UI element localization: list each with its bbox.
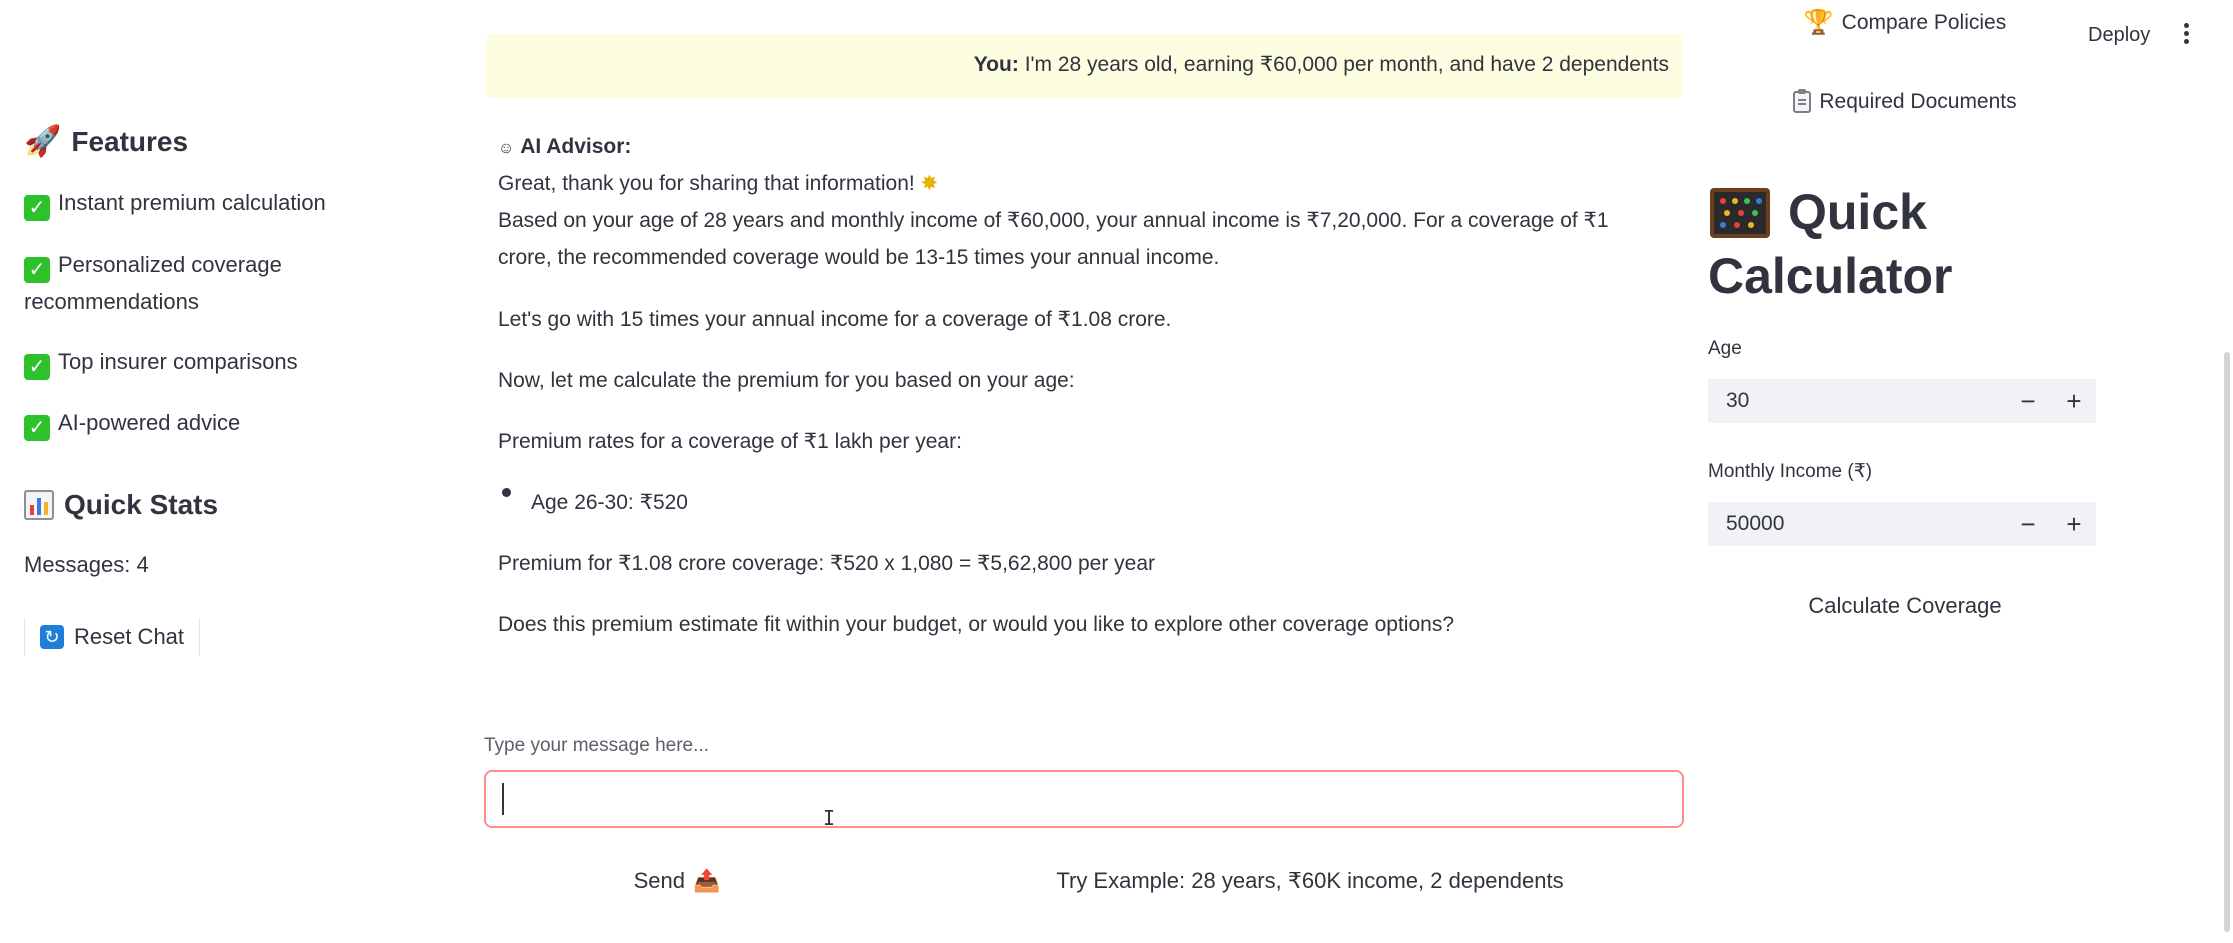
features-heading: 🚀 Features bbox=[24, 124, 188, 159]
ai-greeting: Great, thank you for sharing that inform… bbox=[498, 165, 1658, 202]
ai-paragraph-question: Does this premium estimate fit within yo… bbox=[498, 613, 1454, 636]
ai-paragraph-choice: Let's go with 15 times your annual incom… bbox=[498, 308, 1172, 331]
messages-count: Messages: 4 bbox=[24, 552, 149, 577]
age-label: Age bbox=[1708, 338, 1742, 359]
feature-text: AI-powered advice bbox=[58, 410, 241, 435]
required-documents-label: Required Documents bbox=[1819, 90, 2017, 113]
scrollbar[interactable] bbox=[2224, 352, 2230, 932]
monthly-income-label: Monthly Income (₹) bbox=[1708, 461, 1873, 482]
feature-item: ✓ AI-powered advice bbox=[24, 404, 344, 441]
title-line-1: Quick bbox=[1788, 184, 1927, 240]
ai-rate-bullet: Age 26-30: ₹520 bbox=[531, 491, 688, 514]
trophy-icon: 🏆 bbox=[1803, 9, 1834, 36]
check-mark-icon: ✓ bbox=[24, 415, 50, 441]
refresh-icon: ↻ bbox=[39, 625, 64, 649]
quick-stats-heading-text: Quick Stats bbox=[64, 489, 219, 520]
quick-stats-heading: Quick Stats bbox=[24, 489, 218, 521]
try-example-label: Try Example: 28 years, ₹60K income, 2 de… bbox=[1056, 868, 1564, 893]
check-mark-icon: ✓ bbox=[24, 195, 50, 221]
compare-policies-button[interactable]: 🏆 Compare Policies bbox=[1780, 8, 2030, 37]
feature-text: Top insurer comparisons bbox=[58, 349, 298, 374]
user-prefix: You: bbox=[973, 53, 1019, 76]
send-label: Send bbox=[633, 868, 685, 893]
income-decrement-button[interactable]: − bbox=[2006, 502, 2050, 546]
reset-chat-label: Reset Chat bbox=[73, 624, 185, 649]
bullet-dot bbox=[502, 488, 511, 497]
ai-advisor-header: ☺ AI Advisor: bbox=[498, 128, 1658, 167]
age-increment-button[interactable]: + bbox=[2052, 379, 2096, 423]
calculate-coverage-button[interactable]: Calculate Coverage bbox=[1780, 586, 2030, 626]
text-caret bbox=[502, 783, 504, 815]
feature-item: ✓ Instant premium calculation bbox=[24, 184, 344, 221]
ai-advisor-name: AI Advisor: bbox=[520, 135, 632, 158]
deploy-button[interactable]: Deploy bbox=[2088, 24, 2150, 47]
try-example-button[interactable]: Try Example: 28 years, ₹60K income, 2 de… bbox=[1030, 862, 1590, 900]
check-mark-icon: ✓ bbox=[24, 257, 50, 283]
ai-paragraph-calc-intro: Now, let me calculate the premium for yo… bbox=[498, 369, 1075, 392]
send-button[interactable]: Send 📤 bbox=[612, 862, 742, 900]
age-decrement-button[interactable]: − bbox=[2006, 379, 2050, 423]
ai-greeting-text: Great, thank you for sharing that inform… bbox=[498, 172, 915, 195]
required-documents-button[interactable]: Required Documents bbox=[1780, 89, 2030, 114]
quick-calculator-title: Quick Calculator bbox=[1708, 180, 2008, 308]
outbox-tray-icon: 📤 bbox=[692, 868, 721, 893]
feature-item: ✓ Top insurer comparisons bbox=[24, 343, 344, 380]
clipboard-icon bbox=[1793, 89, 1812, 113]
text-cursor-icon: I bbox=[823, 806, 836, 830]
ai-paragraph-rates: Premium rates for a coverage of ₹1 lakh … bbox=[498, 430, 962, 453]
features-heading-text: Features bbox=[71, 125, 189, 157]
feature-text: Personalized coverage recommendations bbox=[24, 252, 282, 314]
calculate-coverage-label: Calculate Coverage bbox=[1808, 593, 2002, 618]
main-menu-icon[interactable] bbox=[2178, 20, 2194, 50]
reset-chat-button[interactable]: ↻ Reset Chat bbox=[24, 618, 200, 656]
robot-face-icon: ☺ bbox=[498, 140, 515, 157]
check-mark-icon: ✓ bbox=[24, 354, 50, 380]
user-message: You: I'm 28 years old, earning ₹60,000 p… bbox=[485, 34, 1683, 98]
sparkle-icon: ✸ bbox=[920, 172, 939, 195]
title-line-2: Calculator bbox=[1708, 248, 1953, 304]
income-increment-button[interactable]: + bbox=[2052, 502, 2096, 546]
feature-text: Instant premium calculation bbox=[58, 190, 326, 215]
message-input-label: Type your message here... bbox=[484, 735, 709, 756]
feature-item: ✓ Personalized coverage recommendations bbox=[24, 246, 344, 320]
ai-paragraph-premium: Premium for ₹1.08 crore coverage: ₹520 x… bbox=[498, 552, 1156, 575]
compare-policies-label: Compare Policies bbox=[1841, 10, 2007, 34]
rocket-icon: 🚀 bbox=[24, 125, 62, 158]
bar-chart-icon bbox=[24, 490, 54, 520]
message-input[interactable] bbox=[484, 770, 1684, 828]
user-message-text: I'm 28 years old, earning ₹60,000 per mo… bbox=[1024, 53, 1669, 76]
ai-paragraph-coverage: Based on your age of 28 years and monthl… bbox=[498, 209, 1609, 269]
